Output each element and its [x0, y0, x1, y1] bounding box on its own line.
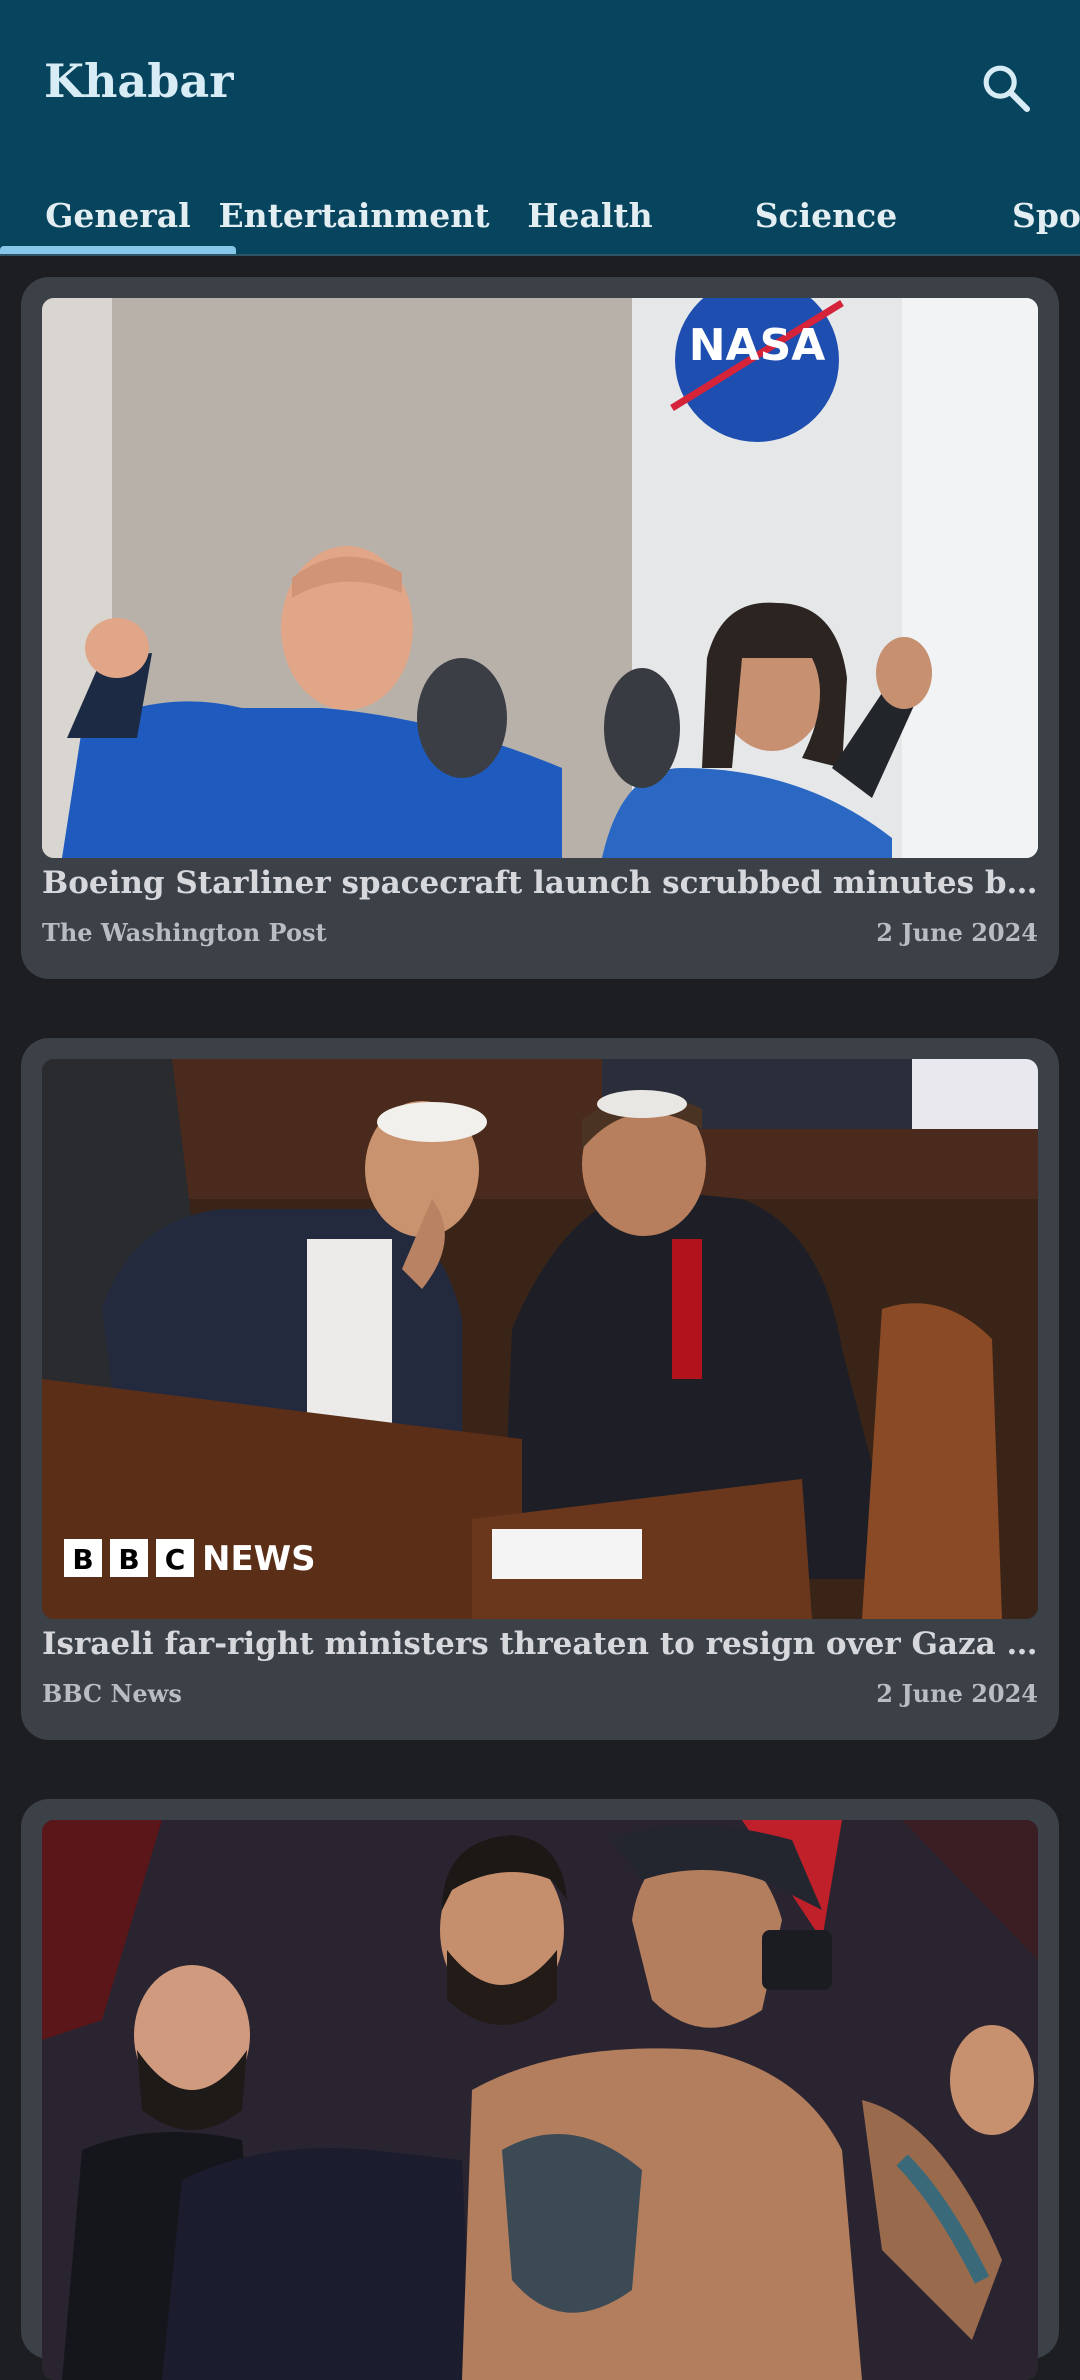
search-icon — [983, 65, 1031, 113]
tab-science[interactable]: Science — [708, 176, 944, 254]
top-app-bar: Khabar General Entertainment Health Scie… — [0, 0, 1080, 256]
article-source: The Washington Post — [42, 918, 327, 947]
article-headline: Boeing Starliner spacecraft launch scrub… — [42, 865, 1042, 901]
tab-entertainment[interactable]: Entertainment — [218, 176, 489, 254]
svg-text:C: C — [165, 1543, 186, 1576]
search-button[interactable] — [970, 52, 1042, 124]
article-date: 2 June 2024 — [876, 1679, 1038, 1708]
article-headline: Israeli far-right ministers threaten to … — [42, 1626, 1042, 1662]
news-card[interactable]: NASA Boeing Starliner spacecraft launch … — [21, 277, 1059, 979]
svg-text:B: B — [118, 1543, 139, 1576]
news-card[interactable]: B B C NEWS Israeli far-right ministers t… — [21, 1038, 1059, 1740]
category-tabs: General Entertainment Health Science Spo… — [0, 176, 1080, 256]
news-card[interactable] — [21, 1799, 1059, 2380]
svg-text:B: B — [72, 1543, 93, 1576]
bbc-news-logo: B B C NEWS — [64, 1539, 316, 1579]
article-date: 2 June 2024 — [876, 918, 1038, 947]
article-image — [42, 1820, 1038, 2380]
tab-general[interactable]: General — [0, 176, 236, 254]
svg-text:NASA: NASA — [689, 320, 826, 371]
app-title: Khabar — [44, 54, 234, 108]
svg-text:NEWS: NEWS — [202, 1539, 316, 1579]
article-image: NASA — [42, 298, 1038, 858]
article-image: B B C NEWS — [42, 1059, 1038, 1619]
article-source: BBC News — [42, 1679, 182, 1708]
tab-sports[interactable]: Sports — [1012, 176, 1080, 254]
selected-tab-indicator — [0, 246, 236, 254]
tab-health[interactable]: Health — [472, 176, 708, 254]
